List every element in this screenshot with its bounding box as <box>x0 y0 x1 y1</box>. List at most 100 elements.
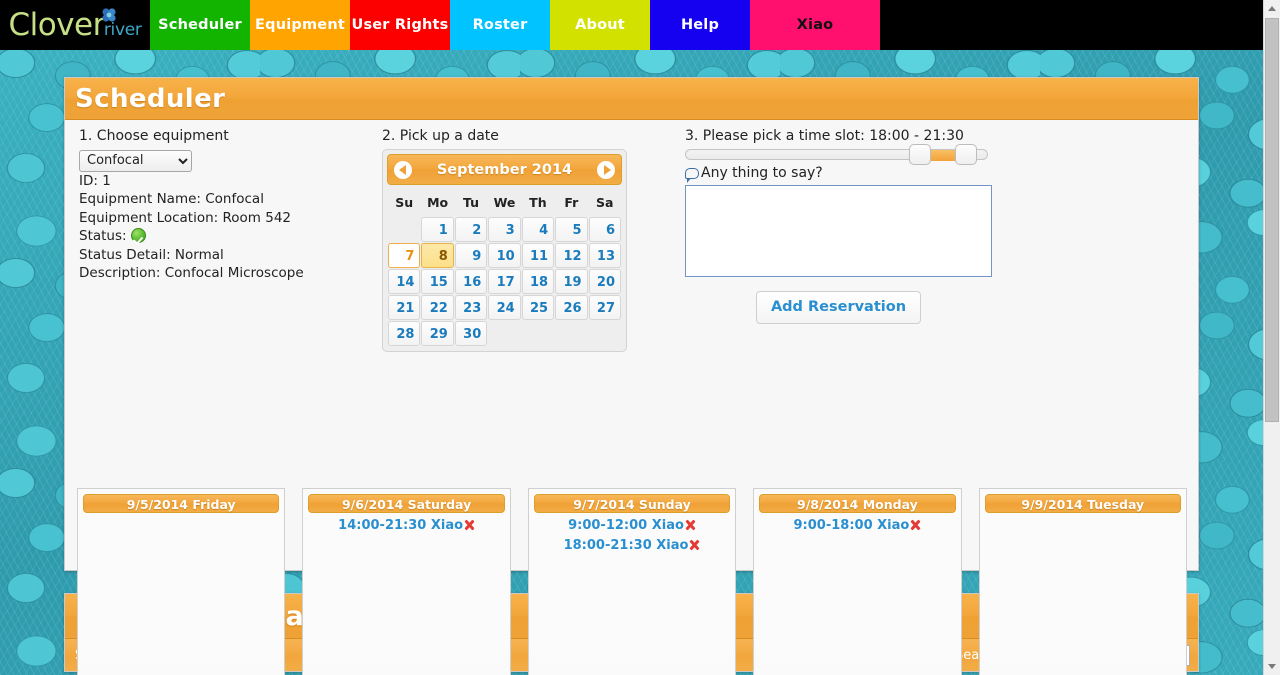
reservation-item: 18:00-21:30 Xiao <box>534 536 730 556</box>
calendar-day-cell[interactable]: 12 <box>555 243 587 268</box>
calendar-day-cell[interactable]: 18 <box>522 269 554 294</box>
equipment-select[interactable]: Confocal <box>79 150 192 172</box>
nav-item-roster[interactable]: Roster <box>450 0 550 50</box>
calendar-weekday: Tu <box>455 190 487 216</box>
calendar-weekday: Fr <box>555 190 587 216</box>
calendar-day-number[interactable]: 8 <box>421 243 453 268</box>
reservation-text: 14:00-21:30 Xiao <box>338 518 463 533</box>
calendar-prev-month-button[interactable] <box>394 161 412 179</box>
equipment-detail-value: Room 542 <box>223 210 292 226</box>
calendar-day-number[interactable]: 19 <box>555 269 587 294</box>
logo-primary-text: Clover <box>8 7 104 43</box>
calendar-day-cell[interactable]: 4 <box>522 217 554 242</box>
calendar-day-number[interactable]: 3 <box>488 217 520 242</box>
calendar-month-title: September 2014 <box>437 162 572 178</box>
calendar-day-cell[interactable]: 21 <box>388 295 420 320</box>
calendar-day-number[interactable]: 25 <box>522 295 554 320</box>
nav-item-user-rights[interactable]: User Rights <box>350 0 450 50</box>
calendar-weekday: Th <box>522 190 554 216</box>
calendar-day-number[interactable]: 13 <box>589 243 621 268</box>
scroll-up-button[interactable] <box>1264 0 1280 17</box>
calendar-day-number[interactable]: 29 <box>421 321 453 346</box>
calendar-day-cell[interactable]: 8 <box>421 243 453 268</box>
calendar-day-number[interactable]: 23 <box>455 295 487 320</box>
delete-reservation-icon[interactable] <box>910 519 921 531</box>
calendar-day-cell[interactable]: 9 <box>455 243 487 268</box>
calendar-day-cell[interactable]: 28 <box>388 321 420 346</box>
calendar-day-cell[interactable]: 1 <box>421 217 453 242</box>
calendar-day-cell[interactable]: 30 <box>455 321 487 346</box>
add-reservation-button[interactable]: Add Reservation <box>756 291 921 324</box>
calendar-next-month-button[interactable] <box>597 161 615 179</box>
calendar-day-cell[interactable]: 24 <box>488 295 520 320</box>
comment-textarea[interactable] <box>685 185 992 277</box>
calendar-day-cell[interactable]: 20 <box>589 269 621 294</box>
calendar-day-number[interactable]: 17 <box>488 269 520 294</box>
calendar-day-cell[interactable]: 10 <box>488 243 520 268</box>
calendar-day-number[interactable]: 2 <box>455 217 487 242</box>
calendar-day-cell[interactable]: 15 <box>421 269 453 294</box>
calendar-day-cell[interactable]: 14 <box>388 269 420 294</box>
calendar-day-number[interactable]: 7 <box>388 243 420 268</box>
calendar-day-number[interactable]: 14 <box>388 269 420 294</box>
calendar-day-cell[interactable]: 7 <box>388 243 420 268</box>
scroll-down-button[interactable] <box>1264 658 1280 675</box>
equipment-detail-key: Equipment Name: <box>79 191 205 207</box>
nav-item-equipment[interactable]: Equipment <box>250 0 350 50</box>
calendar-day-number[interactable]: 27 <box>589 295 621 320</box>
nav-item-about[interactable]: About <box>550 0 650 50</box>
calendar-week-row: 123456 <box>388 217 621 242</box>
slider-handle-start[interactable] <box>909 144 931 165</box>
scrollbar-thumb[interactable] <box>1265 18 1279 422</box>
calendar-day-cell[interactable]: 2 <box>455 217 487 242</box>
calendar-day-cell[interactable]: 13 <box>589 243 621 268</box>
time-slot-range-slider[interactable] <box>685 149 988 160</box>
calendar-day-number[interactable]: 28 <box>388 321 420 346</box>
calendar-day-number[interactable]: 1 <box>421 217 453 242</box>
calendar-day-cell[interactable]: 16 <box>455 269 487 294</box>
browser-scrollbar[interactable] <box>1263 0 1280 675</box>
delete-reservation-icon[interactable] <box>685 519 696 531</box>
calendar-day-cell[interactable]: 27 <box>589 295 621 320</box>
calendar-day-number[interactable]: 21 <box>388 295 420 320</box>
calendar-day-cell[interactable]: 17 <box>488 269 520 294</box>
calendar-day-cell[interactable]: 29 <box>421 321 453 346</box>
nav-item-xiao[interactable]: Xiao <box>750 0 880 50</box>
calendar-day-cell[interactable]: 19 <box>555 269 587 294</box>
chevron-right-icon <box>604 165 611 175</box>
calendar-day-number[interactable]: 11 <box>522 243 554 268</box>
slider-handle-end[interactable] <box>955 144 977 165</box>
calendar-day-cell[interactable]: 26 <box>555 295 587 320</box>
delete-reservation-icon[interactable] <box>464 519 475 531</box>
scheduler-panel-header: Scheduler <box>65 78 1198 120</box>
calendar-day-number[interactable]: 15 <box>421 269 453 294</box>
calendar-day-number[interactable]: 5 <box>555 217 587 242</box>
equipment-detail-row: Description: Confocal Microscope <box>79 264 369 283</box>
calendar-day-number[interactable]: 10 <box>488 243 520 268</box>
nav-item-scheduler[interactable]: Scheduler <box>150 0 250 50</box>
calendar-day-cell[interactable]: 23 <box>455 295 487 320</box>
site-logo[interactable]: Cloverriver <box>0 0 150 50</box>
calendar-day-number[interactable]: 16 <box>455 269 487 294</box>
equipment-detail-row: Status Detail: Normal <box>79 246 369 265</box>
calendar-day-number[interactable]: 30 <box>455 321 487 346</box>
calendar-day-number[interactable]: 24 <box>488 295 520 320</box>
calendar-day-cell[interactable]: 11 <box>522 243 554 268</box>
calendar-day-number[interactable]: 22 <box>421 295 453 320</box>
delete-reservation-icon[interactable] <box>689 539 700 551</box>
calendar-day-number[interactable]: 9 <box>455 243 487 268</box>
calendar-day-number[interactable]: 26 <box>555 295 587 320</box>
calendar-day-cell[interactable]: 5 <box>555 217 587 242</box>
calendar-day-number[interactable]: 20 <box>589 269 621 294</box>
calendar-day-number[interactable]: 12 <box>555 243 587 268</box>
calendar-week-row: 14151617181920 <box>388 269 621 294</box>
nav-item-help[interactable]: Help <box>650 0 750 50</box>
calendar-day-cell[interactable]: 3 <box>488 217 520 242</box>
calendar-day-number[interactable]: 4 <box>522 217 554 242</box>
calendar-day-cell[interactable]: 22 <box>421 295 453 320</box>
calendar-day-number[interactable]: 6 <box>589 217 621 242</box>
calendar-weekday: Su <box>388 190 420 216</box>
calendar-day-cell[interactable]: 25 <box>522 295 554 320</box>
calendar-day-cell[interactable]: 6 <box>589 217 621 242</box>
calendar-day-number[interactable]: 18 <box>522 269 554 294</box>
